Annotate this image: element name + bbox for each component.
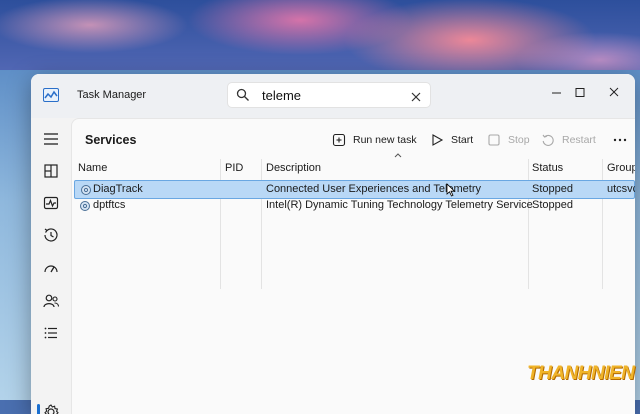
watermark-logo: THANHNIEN (527, 363, 635, 384)
more-icon (613, 138, 627, 142)
services-icon[interactable] (40, 401, 62, 414)
run-new-task-label: Run new task (353, 134, 417, 146)
stop-label: Stop (508, 134, 530, 146)
startup-apps-icon[interactable] (40, 258, 62, 280)
service-group: utcsvc (607, 183, 635, 195)
column-header-pid[interactable]: PID (225, 162, 243, 174)
column-divider[interactable] (528, 159, 529, 289)
hamburger-menu-icon[interactable] (40, 128, 62, 150)
start-label: Start (451, 134, 474, 146)
title-bar[interactable]: Task Manager (31, 74, 635, 118)
maximize-button[interactable] (569, 84, 591, 102)
left-navigation (31, 118, 71, 414)
mouse-cursor-icon (446, 183, 456, 197)
service-gear-icon (79, 199, 91, 211)
column-divider[interactable] (261, 159, 262, 289)
restart-button[interactable]: Restart (541, 130, 596, 150)
restart-label: Restart (562, 134, 596, 146)
service-status: Stopped (532, 199, 573, 211)
service-name: DiagTrack (93, 183, 143, 195)
search-icon (236, 88, 250, 102)
service-gear-icon (80, 183, 92, 195)
column-header-name[interactable]: Name (78, 162, 107, 174)
column-divider[interactable] (602, 159, 603, 289)
processes-icon[interactable] (40, 160, 62, 182)
restart-icon (542, 134, 554, 146)
play-icon (432, 134, 444, 146)
clear-search-icon[interactable] (411, 89, 421, 102)
window-title: Task Manager (77, 89, 147, 101)
table-row[interactable]: dptftcs Intel(R) Dynamic Tuning Technolo… (74, 197, 635, 214)
service-name: dptftcs (93, 199, 126, 211)
users-icon[interactable] (40, 290, 62, 312)
service-description: Intel(R) Dynamic Tuning Technology Telem… (266, 199, 533, 211)
stop-icon (488, 134, 500, 146)
app-history-icon[interactable] (40, 224, 62, 246)
search-box[interactable] (227, 82, 431, 108)
stop-button[interactable]: Stop (487, 130, 530, 150)
column-header-status[interactable]: Status (532, 162, 563, 174)
minimize-button[interactable] (546, 84, 568, 102)
start-button[interactable]: Start (430, 130, 473, 150)
task-manager-app-icon (43, 88, 59, 102)
performance-icon[interactable] (40, 192, 62, 214)
column-header-group[interactable]: Group (607, 162, 635, 174)
service-status: Stopped (532, 183, 573, 195)
close-button[interactable] (603, 84, 625, 102)
search-input[interactable] (262, 86, 402, 104)
page-title: Services (85, 133, 137, 147)
details-icon[interactable] (40, 322, 62, 344)
column-divider[interactable] (220, 159, 221, 289)
run-new-task-icon (332, 133, 346, 147)
column-header-description[interactable]: Description (266, 162, 321, 174)
run-new-task-button[interactable]: Run new task (332, 130, 417, 150)
table-header: Name PID Description Status Group (72, 157, 635, 177)
more-options-button[interactable] (612, 130, 635, 150)
